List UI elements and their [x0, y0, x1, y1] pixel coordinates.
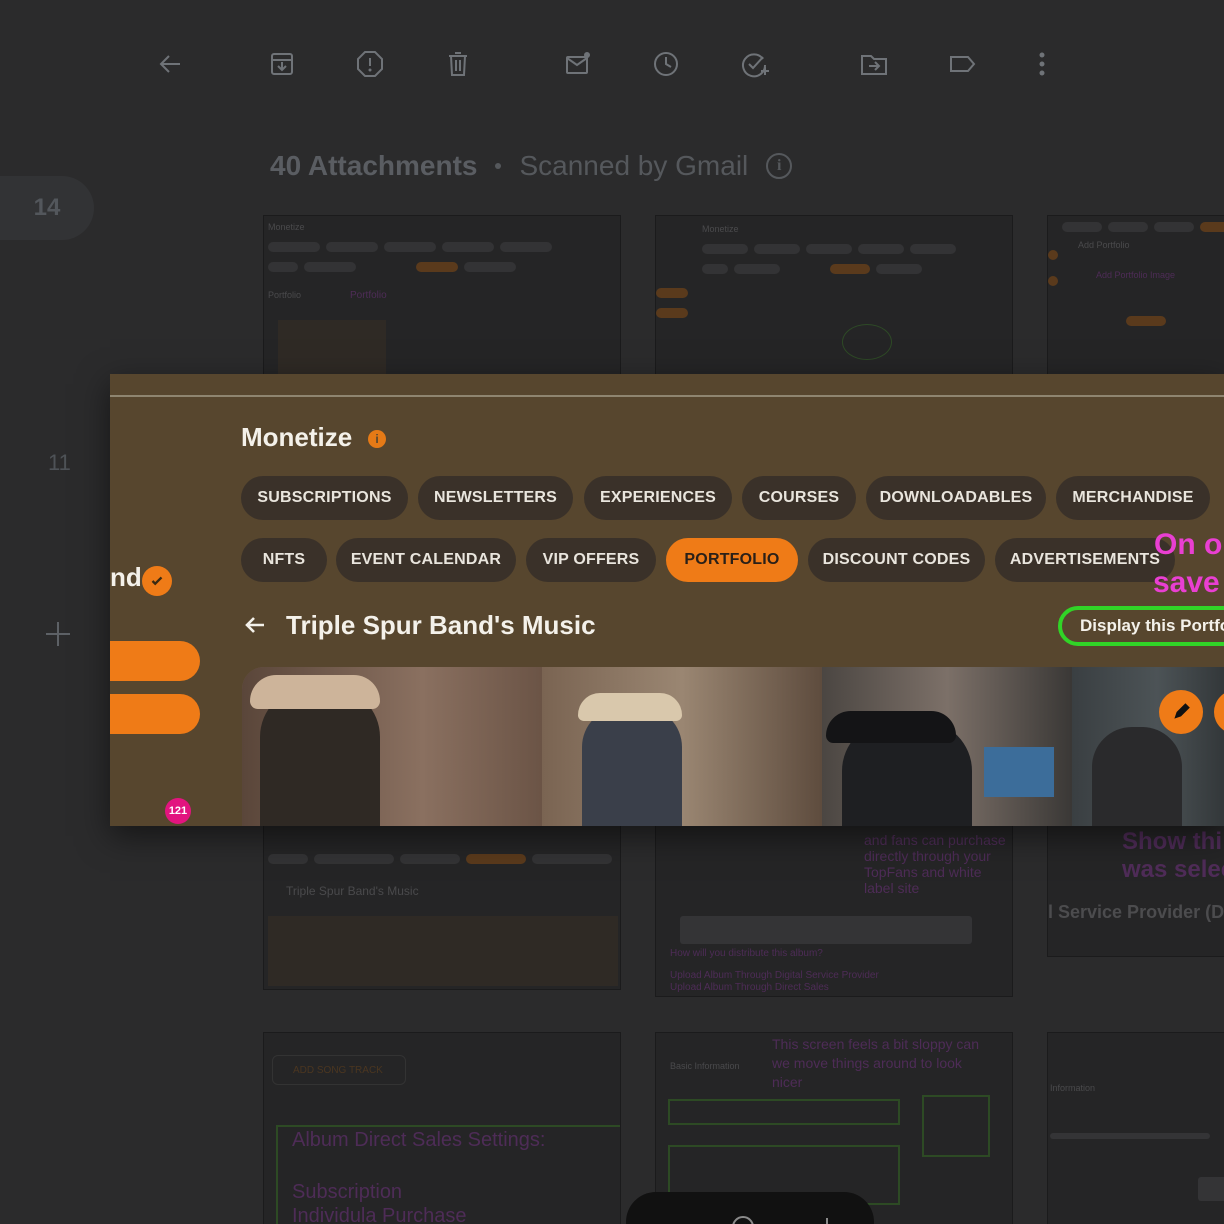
- thumb-5-annotation: and fans can purchase directly through y…: [864, 832, 1006, 896]
- attachments-header: 40 Attachments Scanned by Gmail i: [270, 150, 793, 182]
- unread-count-badge[interactable]: 14: [0, 176, 94, 240]
- scanned-label: Scanned by Gmail: [519, 150, 749, 181]
- archive-icon[interactable]: [262, 44, 302, 84]
- add-to-tasks-icon[interactable]: [734, 44, 774, 84]
- tab-vip-offers[interactable]: VIP OFFERS: [526, 538, 656, 582]
- back-arrow-icon[interactable]: [150, 44, 190, 84]
- thumb-7-annotation2: Subscription: [292, 1181, 403, 1203]
- tab-nfts[interactable]: NFTS: [241, 538, 327, 582]
- annotation-line-2: save: [1153, 566, 1220, 599]
- thumb-7-annotation1: Album Direct Sales Settings:: [292, 1129, 546, 1151]
- thumb-5-link3: Upload Album Through Direct Sales: [670, 982, 829, 993]
- report-spam-icon[interactable]: [350, 44, 390, 84]
- attachment-thumbnail-9[interactable]: Information: [1047, 1032, 1224, 1224]
- display-portfolio-button[interactable]: Display this Portfo: [1058, 606, 1224, 646]
- edit-icon[interactable]: [1159, 690, 1203, 734]
- tab-courses[interactable]: COURSES: [742, 476, 856, 520]
- sidebar-button-1[interactable]: [110, 641, 200, 681]
- notification-badge: 121: [165, 798, 191, 824]
- delete-icon[interactable]: [438, 44, 478, 84]
- attachment-thumbnail-7[interactable]: ADD SONG TRACK Album Direct Sales Settin…: [263, 1032, 621, 1224]
- back-arrow-icon[interactable]: [242, 612, 268, 638]
- verified-badge-icon: [142, 566, 172, 596]
- band-photo: [242, 667, 1224, 826]
- zoom-icon[interactable]: [732, 1216, 754, 1224]
- tab-newsletters[interactable]: NEWSLETTERS: [418, 476, 573, 520]
- add-icon[interactable]: [42, 618, 74, 650]
- annotation-line-1: On o: [1154, 528, 1223, 561]
- action-toolbar: [0, 0, 1224, 128]
- attachment-preview: nd 121 Monetize i SUBSCRIPTIONS NEWSLETT…: [110, 374, 1224, 826]
- thumb-3-title: Add Portfolio: [1078, 240, 1130, 250]
- tab-advertisements[interactable]: ADVERTISEMENTS: [995, 538, 1175, 582]
- thumb-4-title: Triple Spur Band's Music: [286, 884, 419, 898]
- thumb-3-annotation: Add Portfolio Image: [1096, 270, 1176, 280]
- tab-discount-codes[interactable]: DISCOUNT CODES: [808, 538, 985, 582]
- thumb-6-text: l Service Provider (D: [1048, 902, 1224, 922]
- attachments-title: 40 Attachments: [270, 150, 478, 181]
- tab-merchandise[interactable]: MERCHANDISE: [1056, 476, 1210, 520]
- tab-experiences[interactable]: EXPERIENCES: [584, 476, 732, 520]
- thumb-6-annotation2: was selec: [1122, 856, 1224, 883]
- profile-name: nd: [110, 562, 142, 592]
- add-song-track-button: ADD SONG TRACK: [272, 1055, 406, 1085]
- tab-event-calendar[interactable]: EVENT CALENDAR: [336, 538, 516, 582]
- info-icon[interactable]: i: [368, 430, 386, 448]
- thumb-sub: Portfolio: [268, 290, 302, 300]
- monetize-title: Monetize: [241, 422, 353, 452]
- thumb-annotation: Portfolio: [350, 290, 387, 301]
- portfolio-title: Triple Spur Band's Music: [286, 610, 596, 640]
- mark-unread-icon[interactable]: [558, 44, 598, 84]
- sidebar-button-2[interactable]: [110, 694, 200, 734]
- zoom-in-icon[interactable]: [826, 1218, 828, 1224]
- thumb-5-link2: Upload Album Through Digital Service Pro…: [670, 970, 879, 981]
- separator-dot: [495, 163, 502, 169]
- snooze-icon[interactable]: [646, 44, 686, 84]
- thumb-8-label: Basic Information: [670, 1061, 740, 1071]
- thumb-5-link1: How will you distribute this album?: [670, 948, 823, 959]
- label-icon[interactable]: [942, 44, 982, 84]
- thumb-6-annotation1: Show thi: [1122, 828, 1222, 855]
- zoom-controls[interactable]: [626, 1192, 874, 1224]
- divider: [110, 395, 1224, 397]
- more-vert-icon[interactable]: [1022, 44, 1062, 84]
- move-to-icon[interactable]: [854, 44, 894, 84]
- thumb-title: Monetize: [268, 222, 305, 232]
- thumb-8-annotation: This screen feels a bit sloppy can we mo…: [772, 1036, 979, 1090]
- info-icon[interactable]: i: [766, 153, 793, 179]
- tab-downloadables[interactable]: DOWNLOADABLES: [866, 476, 1046, 520]
- tab-subscriptions[interactable]: SUBSCRIPTIONS: [241, 476, 408, 520]
- thumb-9-label: Information: [1050, 1083, 1096, 1093]
- thumb-7-annotation3: Individula Purchase: [292, 1205, 467, 1224]
- secondary-count: 11: [48, 450, 71, 475]
- tab-portfolio[interactable]: PORTFOLIO: [666, 538, 798, 582]
